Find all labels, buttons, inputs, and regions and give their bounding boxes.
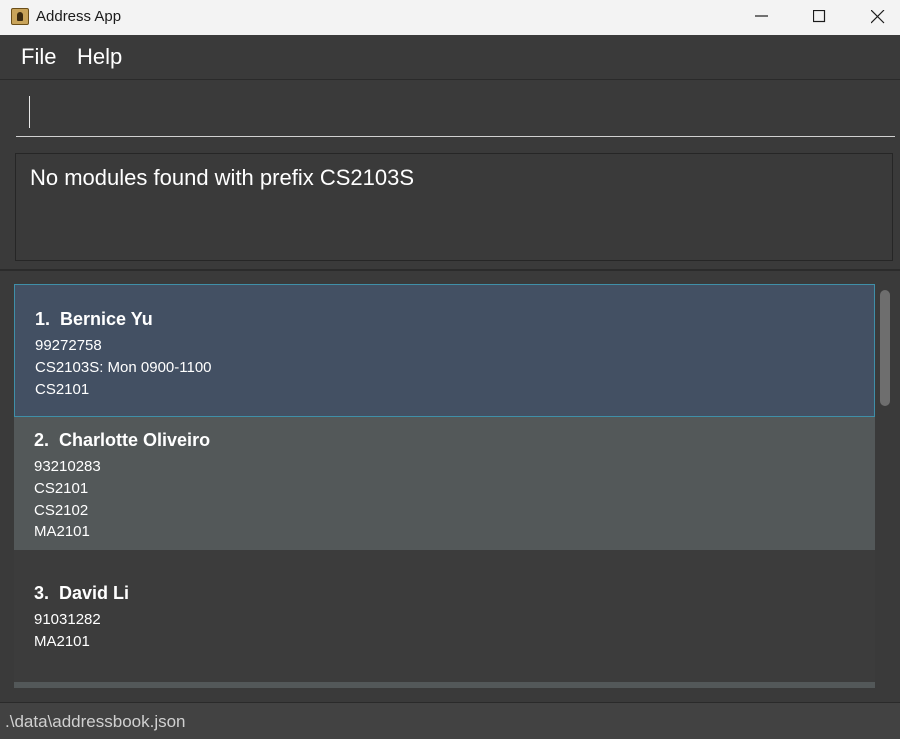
menu-help[interactable]: Help [77, 44, 122, 70]
command-area [0, 80, 900, 144]
person-module: CS2102 [34, 502, 89, 519]
person-card-3[interactable]: 3. David Li 91031282 MA2101 [14, 550, 875, 682]
divider [0, 269, 900, 271]
address-book-icon [11, 8, 29, 25]
title-bar: Address App [0, 0, 900, 35]
person-phone: 99272758 [35, 337, 102, 354]
person-module: CS2101 [35, 381, 90, 398]
person-module: CS2101 [34, 480, 89, 497]
person-phone: 93210283 [34, 458, 101, 475]
person-phone: 91031282 [34, 611, 101, 628]
menu-bar: File Help [0, 35, 900, 80]
close-icon [871, 10, 885, 24]
person-module: CS2103S: Mon 0900-1100 [35, 359, 212, 376]
person-list: 1. Bernice Yu 99272758 CS2103S: Mon 0900… [14, 284, 875, 688]
status-bar: .\data\addressbook.json [0, 702, 900, 739]
command-input[interactable] [16, 92, 895, 137]
menu-file[interactable]: File [21, 44, 56, 70]
result-message: No modules found with prefix CS2103S [30, 165, 414, 190]
person-card-1[interactable]: 1. Bernice Yu 99272758 CS2103S: Mon 0900… [14, 284, 875, 417]
person-name: 1. Bernice Yu [35, 309, 153, 329]
person-name: 3. David Li [34, 583, 130, 603]
save-location: .\data\addressbook.json [5, 712, 186, 731]
person-module: MA2101 [34, 633, 90, 650]
maximize-button[interactable] [791, 0, 849, 35]
minimize-icon [755, 15, 768, 17]
person-card-2[interactable]: 2. Charlotte Oliveiro 93210283 CS2101 CS… [14, 417, 875, 550]
text-caret [29, 96, 30, 128]
maximize-icon [813, 10, 826, 23]
minimize-button[interactable] [733, 0, 791, 35]
window-title: Address App [36, 8, 122, 25]
close-button[interactable] [849, 0, 900, 35]
result-display: No modules found with prefix CS2103S [15, 153, 893, 261]
person-module: MA2101 [34, 523, 90, 540]
list-scrollbar[interactable] [876, 284, 894, 688]
person-name: 2. Charlotte Oliveiro [34, 430, 211, 450]
person-card-4-partial[interactable] [14, 682, 875, 688]
scroll-thumb[interactable] [880, 290, 890, 406]
